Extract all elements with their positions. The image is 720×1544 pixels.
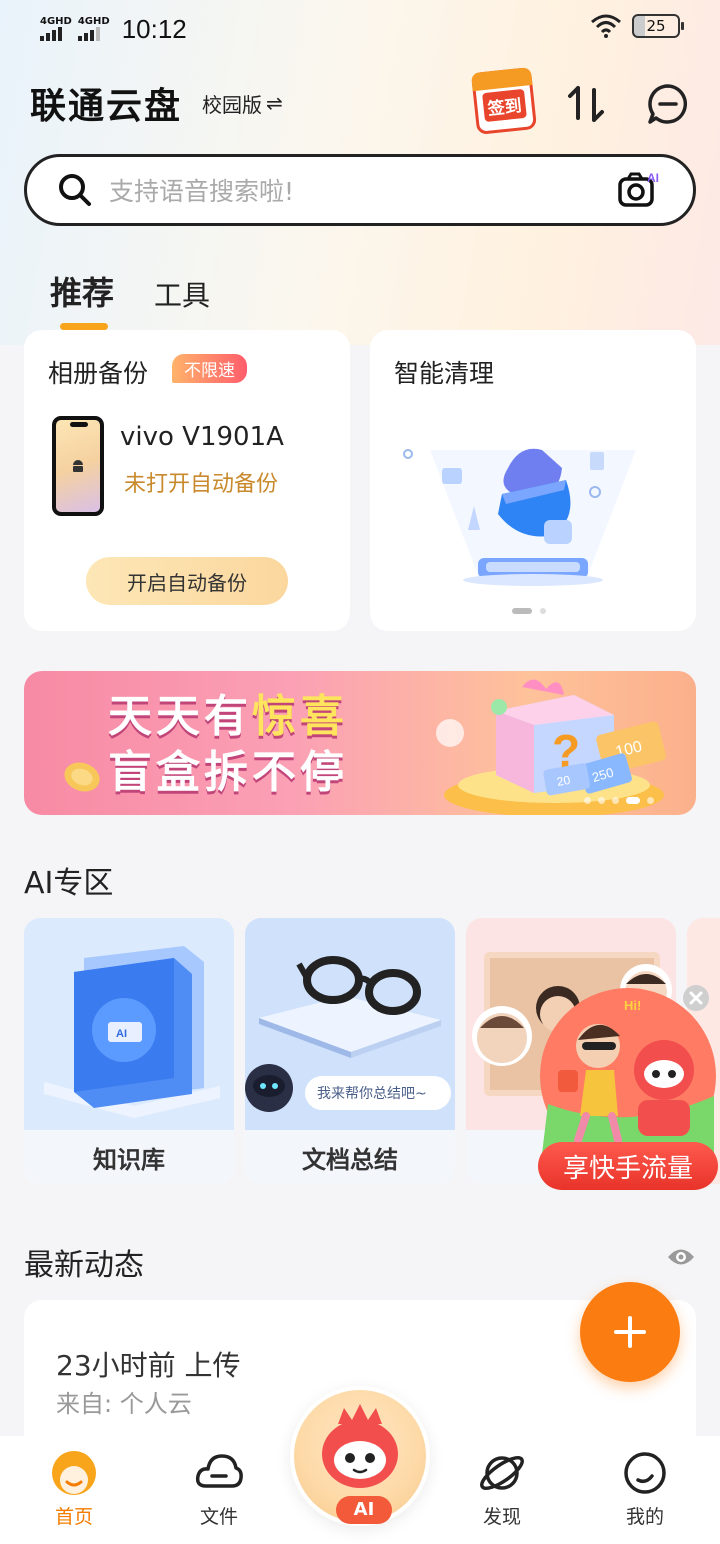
checkin-button[interactable]: 签到: [470, 67, 538, 135]
coin-decoration-icon: [64, 762, 100, 792]
nav-profile[interactable]: 我的: [600, 1448, 690, 1529]
signal-indicator-1: 4GHD: [40, 17, 72, 41]
nav-files[interactable]: 文件: [174, 1448, 264, 1529]
signal-bars-icon: [40, 27, 62, 41]
ai-card-document-summary[interactable]: 我来帮你总结吧~ 文档总结: [245, 918, 455, 1184]
gift-box-illustration: ? 100 250 20: [436, 679, 666, 815]
hi-label: Hi!: [624, 998, 641, 1013]
nav-home[interactable]: 首页: [29, 1448, 119, 1529]
ai-card-label: 知识库: [24, 1130, 234, 1184]
signal-bars-icon: [77, 27, 100, 41]
backup-status: 未打开自动备份: [124, 472, 279, 497]
home-icon: [52, 1451, 96, 1495]
ai-card-label: 文档总结: [245, 1130, 455, 1184]
search-icon: [59, 174, 91, 206]
backup-card-title: 相册备份: [48, 359, 149, 388]
network-type-label: 4GHD: [77, 16, 110, 27]
coupon-value: 20: [556, 773, 572, 789]
kuaishou-traffic-promo[interactable]: Hi! 享快手流量: [538, 984, 720, 1194]
message-icon[interactable]: [646, 82, 690, 126]
clean-card-title: 智能清理: [394, 359, 495, 388]
nav-label: 文件: [199, 1506, 238, 1528]
nav-label: 发现: [482, 1506, 521, 1528]
smile-face-icon: [624, 1452, 666, 1494]
edition-switch[interactable]: 校园版 ⇌: [202, 89, 283, 118]
nav-discover[interactable]: 发现: [457, 1448, 547, 1529]
ai-tag: AI: [336, 1496, 392, 1524]
cleaning-brush-illustration: [403, 448, 636, 586]
device-name: vivo V1901A: [120, 422, 284, 452]
tab-recommend[interactable]: 推荐: [50, 268, 114, 330]
switch-arrows-icon: ⇌: [266, 91, 283, 115]
banner-line2: 盲盒拆不停: [108, 747, 348, 798]
search-placeholder: 支持语音搜索啦!: [109, 177, 295, 206]
nav-label: 首页: [54, 1506, 93, 1528]
nav-label: 我的: [625, 1506, 664, 1528]
latest-activity-title: 最新动态: [24, 1248, 144, 1283]
activity-time-action: 23小时前 上传: [56, 1349, 241, 1382]
search-bar[interactable]: 支持语音搜索啦! AI: [24, 154, 696, 226]
ai-card-knowledge-base[interactable]: AI 知识库: [24, 918, 234, 1184]
promo-label: 享快手流量: [538, 1142, 718, 1190]
activity-source: 来自: 个人云: [56, 1390, 192, 1418]
network-type-label: 4GHD: [40, 16, 72, 27]
app-header: 联通云盘 校园版 ⇌ 签到: [30, 67, 690, 135]
knowledge-base-illustration: AI: [24, 918, 234, 1130]
signal-indicator-2: 4GHD: [77, 16, 110, 41]
ai-chip-label: AI: [116, 1028, 127, 1040]
add-fab-button[interactable]: [580, 1282, 680, 1382]
tab-tools[interactable]: 工具: [154, 274, 210, 314]
ai-badge: AI: [647, 171, 659, 185]
cloud-icon: [195, 1454, 243, 1488]
document-summary-illustration: 我来帮你总结吧~: [245, 918, 455, 1130]
ai-mascot-icon: [322, 1404, 398, 1488]
edition-label: 校园版: [202, 92, 263, 117]
battery-indicator: 25: [632, 14, 684, 38]
assistant-bubble: 我来帮你总结吧~: [317, 1086, 427, 1102]
album-backup-card[interactable]: 相册备份 不限速 vivo V1901A 未打开自动备份 开启自动备份: [24, 330, 350, 631]
close-icon[interactable]: [682, 984, 710, 1012]
android-icon: [73, 460, 83, 472]
banner-page-indicator: [584, 797, 654, 804]
page-indicator: [512, 608, 546, 614]
transfer-icon[interactable]: [564, 82, 608, 126]
ai-assistant-button[interactable]: AI: [290, 1386, 430, 1526]
ai-camera-icon[interactable]: AI: [617, 170, 663, 210]
enable-auto-backup-button[interactable]: 开启自动备份: [86, 557, 288, 605]
phone-icon: [52, 416, 104, 516]
status-time: 10:12: [121, 13, 187, 44]
eye-icon[interactable]: [666, 1246, 696, 1268]
ai-section-title: AI专区: [24, 866, 114, 901]
planet-icon: [480, 1456, 524, 1490]
banner-line1: 天天有: [108, 691, 252, 742]
unlimited-speed-badge: 不限速: [172, 354, 247, 383]
blind-box-promo-banner[interactable]: 天天有惊喜 盲盒拆不停 ? 100 250 20: [24, 671, 696, 815]
checkin-label: 签到: [482, 88, 527, 122]
banner-highlight: 惊喜: [252, 691, 348, 742]
wifi-icon: [591, 14, 621, 38]
banner-headline: 天天有惊喜 盲盒拆不停: [108, 689, 348, 801]
smart-clean-card[interactable]: 智能清理: [370, 330, 696, 631]
top-tabs: 推荐 工具: [50, 268, 210, 330]
status-bar: 4GHD 4GHD 10:12 25: [0, 0, 720, 58]
app-title: 联通云盘: [30, 86, 183, 127]
